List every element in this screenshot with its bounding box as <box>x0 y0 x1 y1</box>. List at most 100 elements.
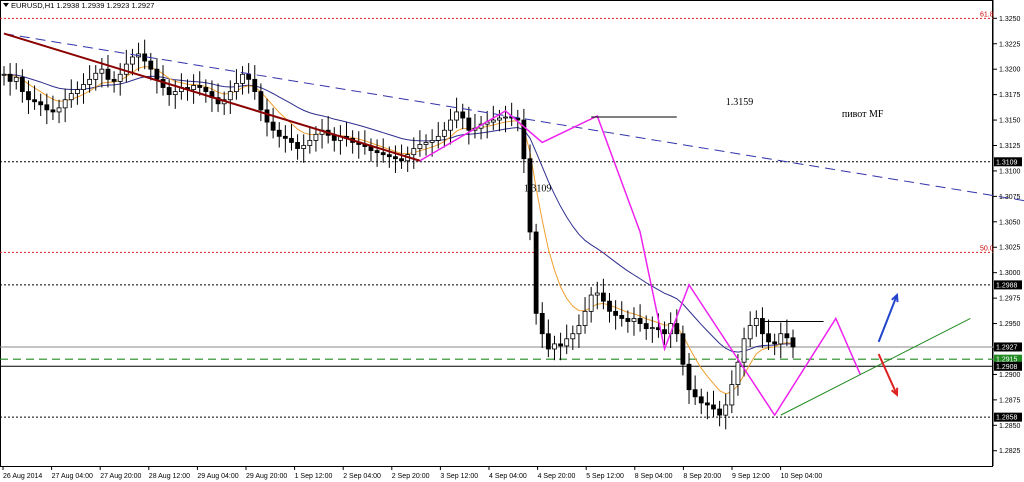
candle-body <box>490 119 496 123</box>
candle-body <box>81 84 86 90</box>
candle-body <box>117 73 123 82</box>
candle-body <box>197 85 203 88</box>
candle-body <box>26 91 31 101</box>
candle-body <box>307 140 313 146</box>
candle-body <box>454 111 460 121</box>
candle-body <box>172 91 178 96</box>
fib-level-label: 50.0 <box>980 245 994 252</box>
candle-body <box>662 329 667 335</box>
candle-body <box>154 68 160 80</box>
y-tick-label: 1.3075 <box>999 194 1021 201</box>
candle-body <box>588 294 594 312</box>
price-tag-label: 1.2927 <box>996 344 1018 351</box>
candle-body <box>766 333 771 343</box>
candle-body <box>570 333 576 340</box>
candle-body <box>625 318 631 322</box>
candle-body <box>527 158 533 233</box>
candle-body <box>686 363 692 391</box>
candle-body <box>295 142 300 149</box>
candle-body <box>386 154 392 158</box>
candle-body <box>32 99 37 103</box>
x-tick-label: 27 Aug 04:00 <box>52 473 93 480</box>
x-tick-label: 28 Aug 12:00 <box>149 473 190 480</box>
candle-body <box>760 318 765 335</box>
candle-body <box>123 63 129 75</box>
candle-body <box>234 83 239 92</box>
candle-body <box>558 343 563 347</box>
candle-body <box>637 318 643 324</box>
candle-body <box>44 104 50 111</box>
candle-body <box>717 408 723 416</box>
x-tick-label: 8 Sep 20:00 <box>683 473 721 480</box>
candle-body <box>692 389 698 398</box>
candle-body <box>246 73 252 80</box>
price-tag-label: 1.2988 <box>996 282 1018 289</box>
candle-body <box>240 73 245 84</box>
x-tick-label: 29 Aug 20:00 <box>246 473 287 480</box>
y-tick-label: 1.3175 <box>999 92 1021 99</box>
y-tick-label: 1.3225 <box>999 41 1021 48</box>
candle-body <box>735 361 741 386</box>
x-tick-label: 3 Sep 12:00 <box>440 473 478 480</box>
candle-body <box>50 109 56 113</box>
candle-body <box>313 133 319 141</box>
candle-body <box>466 117 472 131</box>
y-tick-label: 1.3025 <box>999 245 1021 252</box>
candle-body <box>497 117 502 121</box>
candle-body <box>270 121 276 131</box>
candle-body <box>747 325 753 340</box>
candle-body <box>643 323 649 330</box>
candle-body <box>533 231 539 314</box>
candle-body <box>264 109 270 123</box>
candle-body <box>56 107 62 113</box>
candle-body <box>460 111 466 119</box>
y-tick-label: 1.2900 <box>999 372 1021 379</box>
candle-body <box>282 135 288 139</box>
y-tick-label: 1.3125 <box>999 143 1021 150</box>
candle-body <box>698 396 704 404</box>
candle-body <box>680 333 686 365</box>
candle-body <box>38 101 44 106</box>
candle-body <box>19 76 25 92</box>
candle-body <box>191 85 197 90</box>
candle-body <box>105 68 111 80</box>
y-tick-label: 1.3250 <box>999 16 1021 23</box>
y-tick-label: 1.3000 <box>999 270 1021 277</box>
price-tag-label: 1.3109 <box>996 159 1018 166</box>
x-tick-label: 26 Aug 2014 <box>3 473 42 480</box>
candle-body <box>7 73 13 82</box>
candle-body <box>93 72 99 80</box>
candle-body <box>142 53 148 62</box>
chart-window: 61.8 50.0 1.3250 1.3225 1.3200 1.3175 1.3150 1… <box>0 0 1024 482</box>
y-tick-label: 1.3050 <box>999 219 1021 226</box>
candle-body <box>74 89 80 95</box>
candle-body <box>448 119 453 131</box>
candle-body <box>704 402 710 406</box>
fib-level-label: 61.8 <box>980 11 994 18</box>
candle-body <box>393 156 398 160</box>
x-tick-label: 27 Aug 20:00 <box>100 473 141 480</box>
x-tick-label: 2 Sep 04:00 <box>343 473 381 480</box>
candle-body <box>411 148 417 156</box>
candle-body <box>576 325 582 335</box>
candle-body <box>729 384 735 406</box>
candle-body <box>374 150 380 154</box>
y-tick-label: 1.3100 <box>999 168 1021 175</box>
y-tick-label: 1.2975 <box>999 296 1021 303</box>
price-tag-label: 1.2908 <box>996 364 1018 371</box>
candle-body <box>111 78 117 82</box>
candle-body <box>276 129 282 137</box>
x-tick-label: 1 Sep 12:00 <box>295 473 333 480</box>
candle-body <box>435 135 441 141</box>
y-tick-label: 1.2875 <box>999 397 1021 404</box>
candle-body <box>539 312 545 335</box>
x-tick-label: 9 Sep 12:00 <box>732 473 770 480</box>
price-chart[interactable]: 61.8 50.0 1.3250 1.3225 1.3200 1.3175 1.3150 1… <box>0 0 1024 482</box>
y-tick-label: 1.2825 <box>999 448 1021 455</box>
candle-body <box>772 341 778 345</box>
candle-body <box>203 87 209 92</box>
candle-body <box>258 91 264 111</box>
x-tick-label: 5 Sep 12:00 <box>586 473 624 480</box>
candle-body <box>252 78 258 92</box>
candle-body <box>552 343 557 350</box>
